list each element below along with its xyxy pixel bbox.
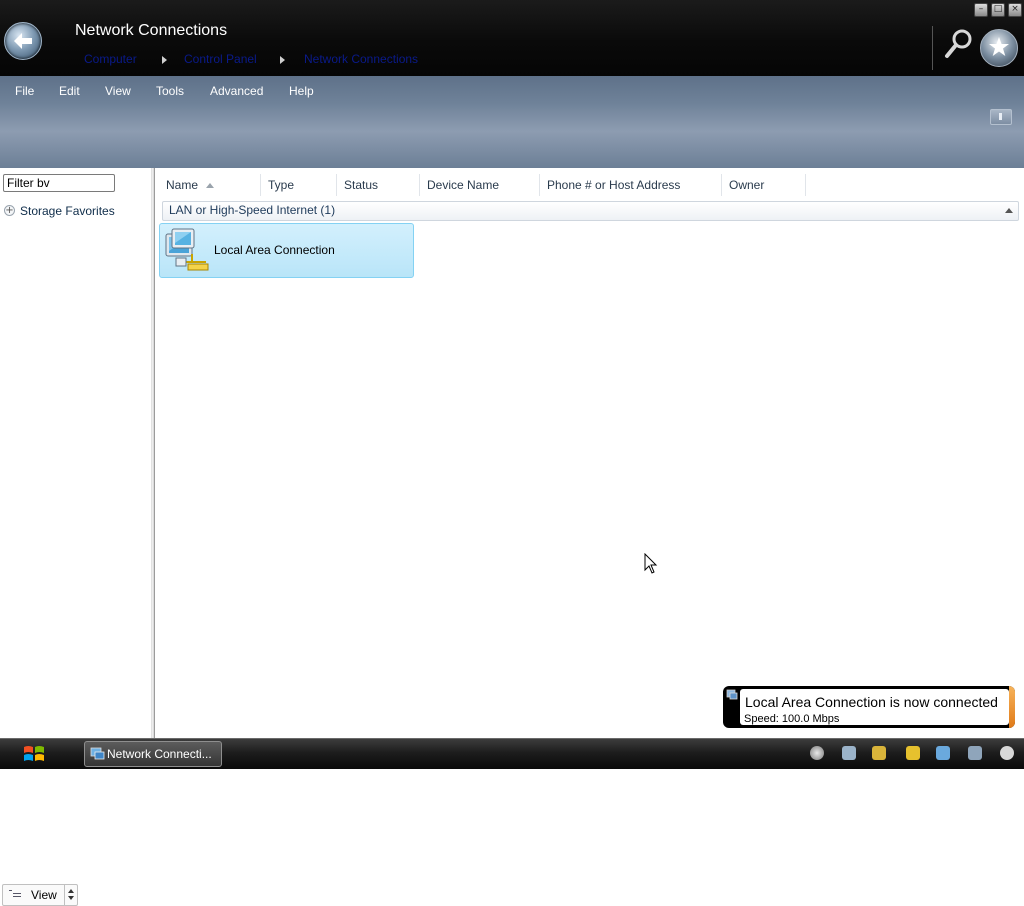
minimize-button[interactable]: – [974, 3, 988, 17]
collapse-arrow-icon[interactable] [1005, 208, 1013, 213]
tray-messenger-icon[interactable] [872, 746, 886, 760]
menu-edit[interactable]: Edit [59, 84, 80, 98]
column-header-label: Name [166, 178, 199, 192]
view-selector[interactable]: View [2, 884, 78, 906]
notification-title: Local Area Connection is now connected [745, 694, 998, 710]
list-item-local-area-connection[interactable]: Local Area Connection [159, 223, 414, 278]
taskbar-button-label: Network Connecti... [107, 747, 212, 761]
toolbar-toggle-button[interactable] [990, 109, 1012, 125]
column-header-device-name[interactable]: Device Name [420, 174, 540, 196]
tray-network-icon[interactable] [936, 746, 950, 760]
taskbar: Network Connecti... [0, 738, 1024, 769]
network-taskbar-icon [90, 747, 105, 760]
maximize-icon: □ [993, 4, 1003, 14]
navigation-pane: + Storage Favorites View [0, 168, 152, 906]
search-icon [945, 29, 972, 58]
window-title: Network Connections [75, 22, 228, 39]
file-list: Name Type Status Device Name Phone # or … [154, 168, 1024, 738]
breadcrumb-control-panel[interactable]: Control Panel [184, 52, 257, 66]
taskbar-button-network-connections[interactable]: Network Connecti... [84, 741, 222, 767]
notification-body: Local Area Connection is now connected S… [740, 689, 1009, 725]
group-header-lan[interactable]: LAN or High-Speed Internet (1) [162, 201, 1019, 221]
notification-balloon[interactable]: Local Area Connection is now connected S… [723, 686, 1015, 728]
view-spinner-icon[interactable] [64, 885, 77, 905]
breadcrumb-separator-icon[interactable] [162, 56, 167, 64]
tray-display-icon[interactable] [968, 746, 982, 760]
menu-advanced[interactable]: Advanced [210, 84, 263, 98]
menu-tools[interactable]: Tools [156, 84, 184, 98]
column-header-host-address[interactable]: Phone # or Host Address [540, 174, 722, 196]
back-arrow-icon [14, 33, 32, 49]
network-notification-icon [726, 689, 738, 700]
breadcrumb-network-connections[interactable]: Network Connections [304, 52, 418, 66]
filter-input[interactable] [3, 174, 115, 192]
column-header-row: Name Type Status Device Name Phone # or … [155, 174, 1024, 196]
list-item-label: Local Area Connection [214, 243, 335, 257]
windows-logo-icon[interactable] [22, 743, 46, 765]
tray-volume-icon[interactable] [810, 746, 824, 760]
menu-help[interactable]: Help [289, 84, 314, 98]
mouse-cursor-icon [644, 553, 658, 574]
menu-file[interactable]: File [15, 84, 34, 98]
search-button[interactable] [944, 28, 974, 60]
sort-ascending-icon [206, 183, 214, 188]
view-label: View [31, 888, 57, 902]
nav-item-label: Storage Favorites [20, 204, 115, 218]
title-bar: Network Connections Computer Control Pan… [0, 0, 1024, 76]
column-header-type[interactable]: Type [261, 174, 337, 196]
network-connection-icon [165, 228, 209, 271]
tray-search-icon[interactable] [842, 746, 856, 760]
close-icon: × [1011, 4, 1019, 14]
column-header-status[interactable]: Status [337, 174, 420, 196]
tray-power-icon[interactable] [906, 746, 920, 760]
menu-view[interactable]: View [105, 84, 131, 98]
minimize-icon: – [978, 4, 984, 14]
breadcrumb-computer[interactable]: Computer [84, 52, 137, 66]
star-icon [989, 37, 1009, 56]
tray-clock-icon[interactable] [1000, 746, 1014, 760]
menu-bar: File Edit View Tools Advanced Help [0, 76, 1024, 244]
plus-expander-icon[interactable]: + [4, 205, 15, 216]
close-button[interactable]: × [1008, 3, 1022, 17]
notification-text: Speed: 100.0 Mbps [744, 713, 840, 725]
favorites-button[interactable] [980, 29, 1018, 67]
details-view-icon [9, 890, 21, 900]
maximize-button[interactable]: □ [991, 3, 1005, 17]
breadcrumb-separator-icon[interactable] [280, 56, 285, 64]
back-button[interactable] [4, 22, 42, 60]
group-label: LAN or High-Speed Internet (1) [169, 203, 336, 217]
notification-accent [1009, 686, 1015, 728]
title-divider [932, 26, 933, 70]
column-header-owner[interactable]: Owner [722, 174, 806, 196]
